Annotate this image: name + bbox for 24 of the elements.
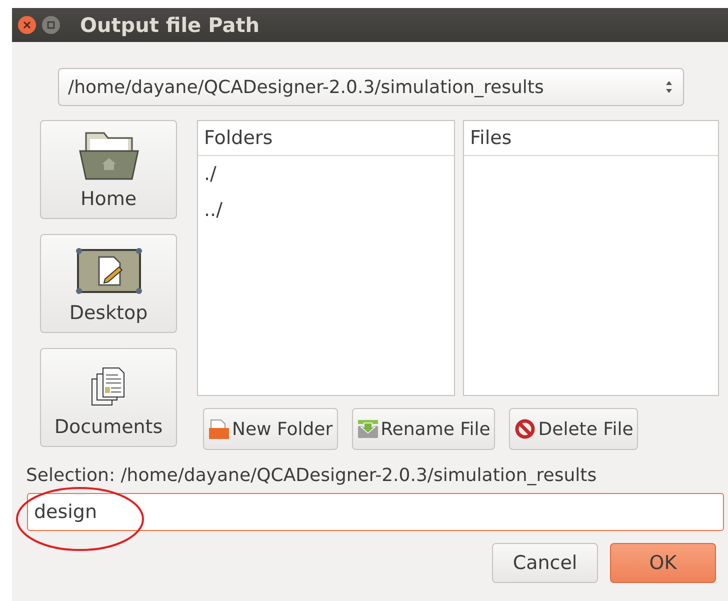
place-button[interactable]: Home xyxy=(40,120,177,219)
window-title: Output file Path xyxy=(80,12,260,39)
folder-icon xyxy=(208,418,230,440)
desktop-icon xyxy=(74,246,142,294)
place-button[interactable]: Documents xyxy=(40,348,177,447)
folder-item[interactable]: ../ xyxy=(198,192,454,228)
action-button[interactable]: Rename File xyxy=(352,408,496,450)
column-header: Folders xyxy=(198,121,454,156)
minimize-icon xyxy=(47,21,55,29)
place-button[interactable]: Desktop xyxy=(40,234,177,333)
column-header: Files xyxy=(464,121,718,156)
action-button[interactable]: New Folder xyxy=(203,408,338,450)
filename-field[interactable]: design xyxy=(27,493,724,531)
prohibited-icon xyxy=(514,418,536,440)
close-icon xyxy=(23,21,31,29)
drive-download-icon xyxy=(356,418,379,440)
selection-label: Selection: /home/dayane/QCADesigner-2.0.3/simulation_results xyxy=(25,464,598,488)
dialog-button[interactable]: Cancel xyxy=(492,543,598,583)
folder-item[interactable]: ./ xyxy=(198,156,454,192)
action-button[interactable]: Delete File xyxy=(509,408,638,450)
close-button[interactable] xyxy=(18,16,36,34)
dialog-button[interactable]: OK xyxy=(610,543,716,583)
minimize-button[interactable] xyxy=(42,16,60,34)
path-dropdown[interactable]: /home/dayane/QCADesigner-2.0.3/simulation_results xyxy=(58,68,684,106)
